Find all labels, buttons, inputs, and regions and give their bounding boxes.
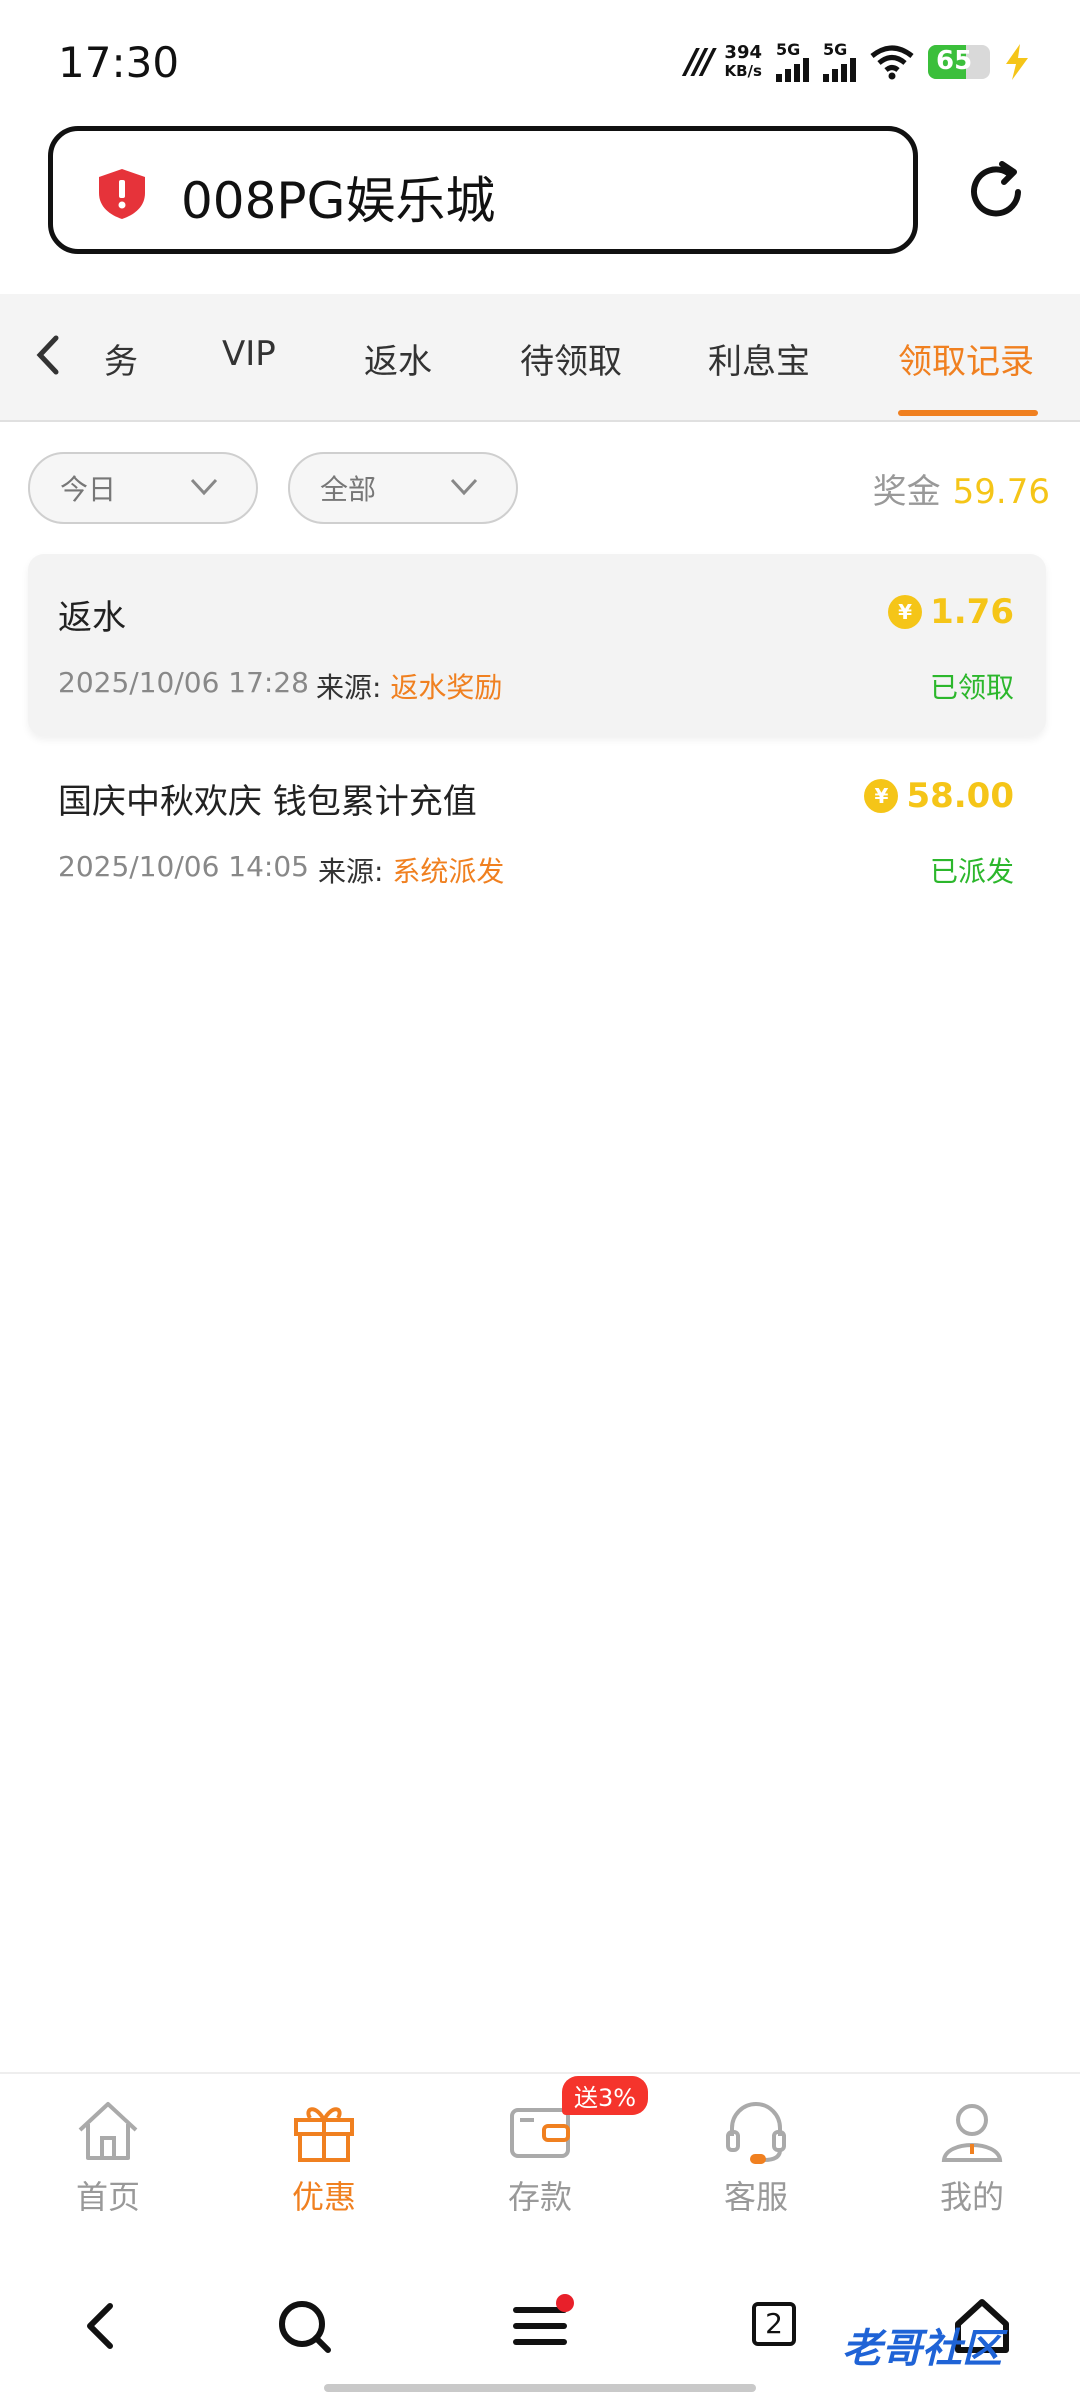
list-item[interactable]: 国庆中秋欢庆 钱包累计充值 ¥ 58.00 2025/10/06 14:05 来… (28, 738, 1046, 920)
tab-claim-records[interactable]: 领取记录 (898, 334, 1034, 383)
user-icon (941, 2104, 1003, 2162)
carrier-icon: /// (685, 42, 714, 82)
app-bottom-nav: 首页 优惠 存款 送3% 客服 我的 (0, 2072, 1080, 2254)
refresh-icon[interactable] (962, 158, 1030, 226)
coin-icon: ¥ (888, 595, 923, 629)
menu-notification-dot (556, 2294, 574, 2312)
search-icon[interactable] (272, 2294, 336, 2358)
status-bar: 17:30 /// 394 KB/s 5G 5G 65 (0, 0, 1080, 120)
watermark-logo: 老哥社区 (842, 2326, 1002, 2372)
home-icon (78, 2102, 138, 2160)
tabs-scroll-left-icon[interactable] (30, 332, 70, 378)
tab-bar: 务 VIP 返水 待领取 利息宝 领取记录 (0, 294, 1080, 422)
nav-promo[interactable]: 优惠 (254, 2098, 394, 2238)
record-status: 已领取 (929, 671, 1014, 704)
bonus-total: 奖金 59.76 (872, 472, 1050, 512)
chevron-down-icon (190, 478, 218, 496)
nav-home[interactable]: 首页 (38, 2098, 178, 2238)
tab-tasks[interactable]: 务 (104, 334, 138, 383)
record-name: 返水 (58, 598, 126, 638)
status-icons: /// 394 KB/s 5G 5G 65 (685, 42, 1030, 82)
tab-pending[interactable]: 待领取 (520, 334, 622, 383)
nav-deposit[interactable]: 存款 (470, 2098, 610, 2238)
back-icon[interactable] (70, 2294, 134, 2358)
tab-rebate[interactable]: 返水 (364, 334, 432, 383)
page-title: 008PG娱乐城 (181, 172, 496, 230)
coin-icon: ¥ (864, 779, 899, 813)
status-time: 17:30 (58, 38, 180, 87)
signal-sim2-icon: 5G (823, 42, 856, 82)
record-name: 国庆中秋欢庆 钱包累计充值 (58, 782, 477, 822)
headset-icon (726, 2102, 786, 2164)
nav-mine[interactable]: 我的 (902, 2098, 1042, 2238)
deposit-bonus-badge: 送3% (562, 2076, 649, 2115)
chevron-down-icon (450, 478, 478, 496)
record-amount: ¥ 58.00 (864, 776, 1014, 816)
record-status: 已派发 (929, 855, 1014, 888)
battery-icon: 65 (928, 45, 990, 79)
record-source: 来源: 返水奖励 (316, 671, 503, 704)
record-date: 2025/10/06 14:05 (58, 850, 309, 883)
record-amount: ¥ 1.76 (888, 592, 1014, 632)
nav-service[interactable]: 客服 (686, 2098, 826, 2238)
address-bar[interactable]: 008PG娱乐城 (48, 126, 918, 254)
list-item[interactable]: 返水 ¥ 1.76 2025/10/06 17:28 来源: 返水奖励 已领取 (28, 554, 1046, 736)
tab-interest[interactable]: 利息宝 (708, 334, 810, 383)
net-speed: 394 KB/s (724, 42, 762, 80)
home-indicator (324, 2384, 756, 2392)
active-tab-indicator (898, 410, 1038, 416)
record-date: 2025/10/06 17:28 (58, 666, 309, 699)
charging-icon (1006, 44, 1028, 80)
tab-count-button[interactable]: 2 (752, 2302, 796, 2346)
type-filter-dropdown[interactable]: 全部 (288, 452, 518, 524)
tab-vip[interactable]: VIP (222, 334, 276, 374)
wifi-icon (870, 45, 914, 80)
security-shield-icon (99, 169, 145, 219)
record-source: 来源: 系统派发 (318, 855, 505, 888)
date-filter-dropdown[interactable]: 今日 (28, 452, 258, 524)
signal-sim1-icon: 5G (776, 42, 809, 82)
gift-icon (294, 2107, 354, 2162)
